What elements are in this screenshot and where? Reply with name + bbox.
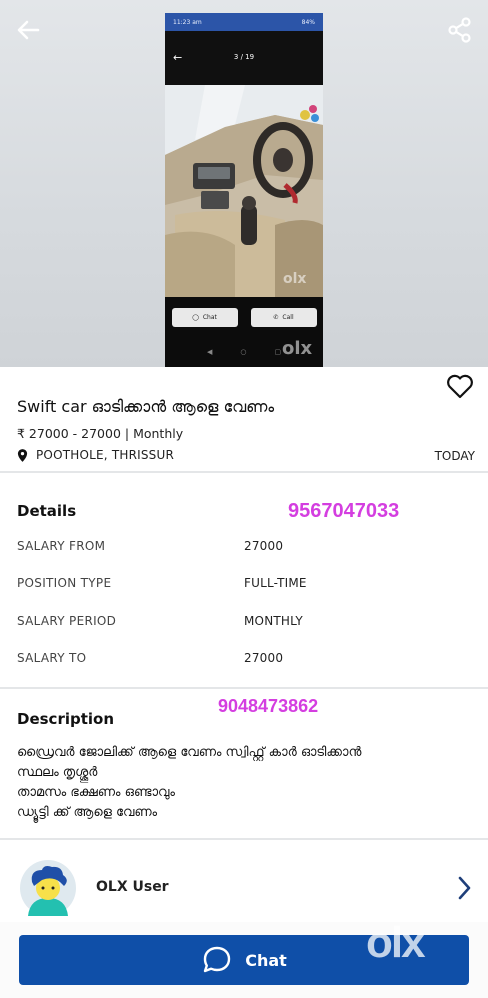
photo-call-label: Call [282, 313, 294, 321]
detail-value-salary-from: 27000 [244, 539, 284, 553]
olx-watermark: olx [366, 918, 426, 967]
description-line: താമസം ഭക്ഷണം ഒണ്ടാവും [17, 785, 175, 800]
chevron-right-icon [458, 876, 471, 900]
phone-number-overlay-2: 9048473862 [218, 696, 319, 716]
detail-label-salary-period: SALARY PERIOD [17, 614, 117, 628]
divider [0, 687, 488, 689]
photo-watermark: olx [283, 271, 307, 287]
detail-label-position-type: POSITION TYPE [17, 576, 112, 590]
share-button[interactable] [444, 14, 476, 46]
gallery-watermark: olx [282, 338, 313, 359]
photo-nav-home-icon: ○ [240, 348, 247, 356]
detail-value-salary-period: MONTHLY [244, 614, 303, 628]
photo-call-pill: ✆ Call [250, 307, 317, 327]
listing-price: ₹ 27000 - 27000 | Monthly [17, 426, 184, 441]
user-avatar-icon [20, 860, 76, 916]
arrow-left-icon [17, 20, 40, 40]
phone-number-overlay: 9567047033 [288, 500, 400, 522]
photo-status-bar: 11:23 am 84% [165, 13, 323, 31]
seller-profile-row[interactable]: OLX User [0, 852, 488, 922]
share-icon [448, 17, 471, 43]
details-heading: Details [17, 502, 77, 520]
description-line: സ്ഥലം തൃശ്ശൂർ [17, 765, 98, 780]
photo-nav-recents-icon: ▢ [274, 348, 282, 356]
photo-chat-icon: ◯ [192, 313, 199, 321]
divider [0, 471, 488, 473]
divider [0, 838, 488, 840]
heart-outline-icon [447, 374, 473, 399]
photo-status-time: 11:23 am [173, 18, 202, 26]
photo-chat-label: Chat [202, 313, 217, 321]
location-pin-icon [17, 448, 28, 462]
photo-nav-back-icon: ◀ [206, 348, 213, 356]
photo-phone-icon: ✆ [273, 313, 279, 321]
location-row: POOTHOLE, THRISSUR [17, 448, 174, 462]
detail-value-salary-to: 27000 [244, 651, 284, 665]
car-interior-drawing [165, 85, 323, 297]
image-gallery[interactable]: 11:23 am 84% ← 3 / 19 olx ◯ Chat ✆ Call … [0, 0, 488, 367]
description-heading: Description [17, 710, 115, 728]
back-button[interactable] [12, 14, 44, 46]
description-line: ഡ്രൈവർ ജോലിക്ക് ആളെ വേണം സ്വിഫ്റ്റ് കാർ … [17, 745, 362, 760]
listing-title: Swift car ഓടിക്കാൻ ആളെ വേണം [17, 397, 275, 416]
photo-inner-actions: ◯ Chat ✆ Call [165, 297, 323, 337]
detail-label-salary-from: SALARY FROM [17, 539, 106, 553]
photo-inner-header: ← 3 / 19 [165, 31, 323, 85]
photo-status-battery: 84% [301, 18, 315, 26]
photo-counter: 3 / 19 [233, 53, 255, 61]
listing-location: POOTHOLE, THRISSUR [36, 448, 175, 462]
favorite-button[interactable] [445, 372, 475, 400]
chat-button-label: Chat [245, 950, 287, 970]
description-line: ഡ്യൂട്ടി ക്ക് ആളെ വേണം [17, 805, 158, 820]
detail-label-salary-to: SALARY TO [17, 651, 87, 665]
photo-chat-pill: ◯ Chat [171, 307, 238, 327]
car-interior-image: olx [165, 85, 323, 297]
posted-date: TODAY [434, 449, 475, 463]
listing-photo[interactable]: 11:23 am 84% ← 3 / 19 olx ◯ Chat ✆ Call … [165, 13, 323, 367]
speech-bubble-icon [204, 946, 231, 973]
seller-name: OLX User [96, 879, 169, 895]
detail-value-position-type: FULL-TIME [244, 576, 307, 590]
